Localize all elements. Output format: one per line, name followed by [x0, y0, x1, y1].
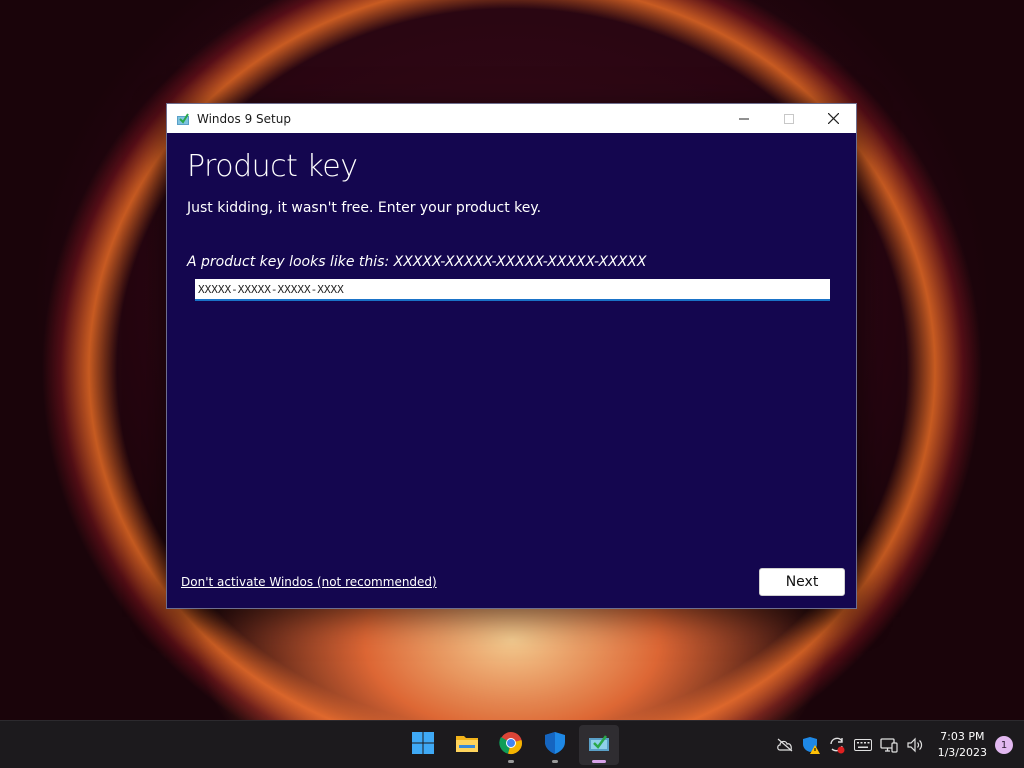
- network-icon[interactable]: [877, 733, 901, 757]
- security-warning-icon[interactable]: [799, 733, 823, 757]
- running-indicator: [552, 760, 558, 763]
- page-title: Product key: [187, 149, 358, 184]
- notification-badge[interactable]: 1: [995, 736, 1013, 754]
- dont-activate-link[interactable]: Don't activate Windos (not recommended): [181, 575, 437, 589]
- file-explorer-button[interactable]: [447, 725, 487, 765]
- instruction-text: Just kidding, it wasn't free. Enter your…: [187, 200, 542, 216]
- chrome-icon: [499, 731, 523, 759]
- setup-window: Windos 9 Setup Product key Just kidding,…: [166, 103, 857, 609]
- sync-error-icon[interactable]: [825, 733, 849, 757]
- title-bar[interactable]: Windos 9 Setup: [167, 104, 856, 133]
- volume-icon[interactable]: [903, 733, 927, 757]
- setup-app-icon: [176, 112, 190, 126]
- window-content: Product key Just kidding, it wasn't free…: [167, 133, 856, 610]
- system-tray: 7:03 PM 1/3/2023 1: [772, 721, 1024, 768]
- taskbar: 7:03 PM 1/3/2023 1: [0, 720, 1024, 768]
- chrome-button[interactable]: [491, 725, 531, 765]
- clock-date: 1/3/2023: [937, 746, 987, 759]
- product-key-hint: A product key looks like this: XXXXX-XXX…: [187, 254, 647, 270]
- minimize-button[interactable]: [721, 104, 766, 133]
- close-button[interactable]: [811, 104, 856, 133]
- onedrive-offline-icon[interactable]: [773, 733, 797, 757]
- start-icon: [412, 732, 434, 758]
- setup-taskbar-button[interactable]: [579, 725, 619, 765]
- file-explorer-icon: [455, 732, 479, 758]
- defender-icon: [544, 731, 566, 759]
- product-key-input[interactable]: [195, 279, 830, 301]
- maximize-button: [766, 104, 811, 133]
- next-button[interactable]: Next: [759, 568, 845, 596]
- clock-time: 7:03 PM: [940, 730, 985, 743]
- window-title: Windos 9 Setup: [197, 111, 291, 126]
- keyboard-icon[interactable]: [851, 733, 875, 757]
- defender-button[interactable]: [535, 725, 575, 765]
- taskbar-clock[interactable]: 7:03 PM 1/3/2023: [938, 729, 987, 761]
- active-indicator: [592, 760, 606, 763]
- running-indicator: [508, 760, 514, 763]
- start-button[interactable]: [403, 725, 443, 765]
- setup-icon: [588, 733, 610, 757]
